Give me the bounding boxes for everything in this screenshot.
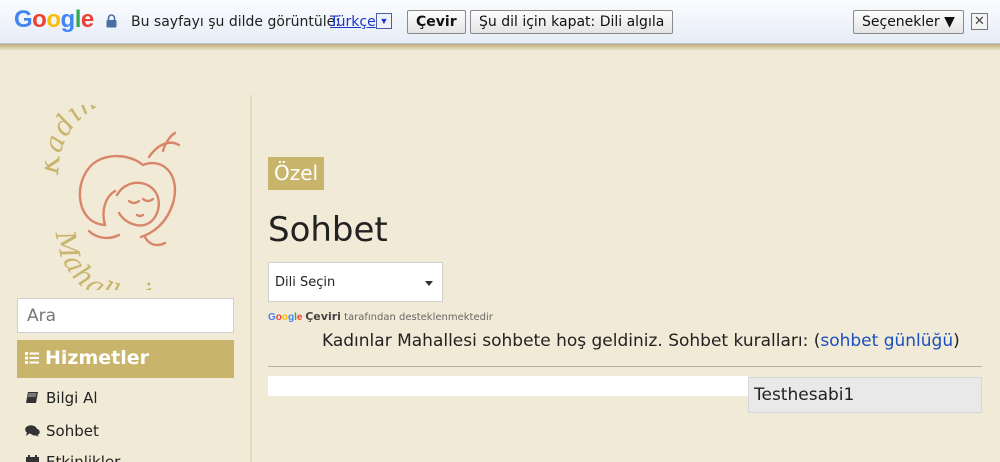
book-icon xyxy=(26,392,38,403)
lock-icon xyxy=(106,14,117,28)
list-icon xyxy=(25,352,39,364)
content-divider xyxy=(268,366,982,367)
logo-text-top: Kadınlar xyxy=(45,105,139,177)
category-badge[interactable]: Özel xyxy=(268,157,325,190)
search-input[interactable]: Ara xyxy=(17,298,234,333)
site-logo[interactable]: Kadınlar Mahallesi xyxy=(45,105,215,290)
caret-down-icon xyxy=(425,281,433,286)
translate-prompt: Bu sayfayı şu dilde görüntüle: xyxy=(131,14,340,30)
translate-bar: Google Bu sayfayı şu dilde görüntüle: Tü… xyxy=(0,0,1000,44)
language-select[interactable]: Dili Seçin xyxy=(268,262,443,302)
woman-illustration-icon xyxy=(78,131,181,247)
sidebar-item-etkinlikler[interactable]: Etkinlikler xyxy=(25,453,120,462)
sidebar-divider xyxy=(250,95,252,462)
chat-log-link[interactable]: sohbet günlüğü xyxy=(820,331,953,351)
language-link[interactable]: Türkçe xyxy=(330,14,376,30)
translate-service-link[interactable]: Çeviri xyxy=(305,310,341,323)
sidebar-item-sohbet[interactable]: Sohbet xyxy=(25,422,99,440)
chat-user-list-item[interactable]: Testhesabi1 xyxy=(748,377,982,413)
google-translate-attribution: Google Çeviri tarafından desteklenmekted… xyxy=(268,310,493,323)
welcome-message: Kadınlar Mahallesi sohbete hoş geldiniz.… xyxy=(322,331,960,351)
calendar-icon xyxy=(26,455,39,462)
close-icon[interactable]: ✕ xyxy=(971,13,988,30)
comments-icon xyxy=(25,425,40,437)
options-button[interactable]: Seçenekler ▼ xyxy=(853,10,964,34)
translate-bar-shadow xyxy=(0,44,1000,50)
services-menu-title: Hizmetler xyxy=(45,347,150,369)
google-logo: Google xyxy=(14,6,94,33)
svg-text:Kadınlar: Kadınlar xyxy=(45,105,140,177)
chat-message-area[interactable] xyxy=(268,376,748,396)
language-dropdown-icon[interactable]: ▼ xyxy=(376,13,392,29)
google-brand[interactable]: Google xyxy=(268,312,305,323)
disable-language-button[interactable]: Şu dil için kapat: Dili algıla xyxy=(470,10,674,34)
sidebar-item-bilgi-al[interactable]: Bilgi Al xyxy=(25,389,98,407)
translate-button[interactable]: Çevir xyxy=(407,10,466,34)
page-title: Sohbet xyxy=(268,210,388,250)
services-menu-header[interactable]: Hizmetler xyxy=(17,340,234,378)
